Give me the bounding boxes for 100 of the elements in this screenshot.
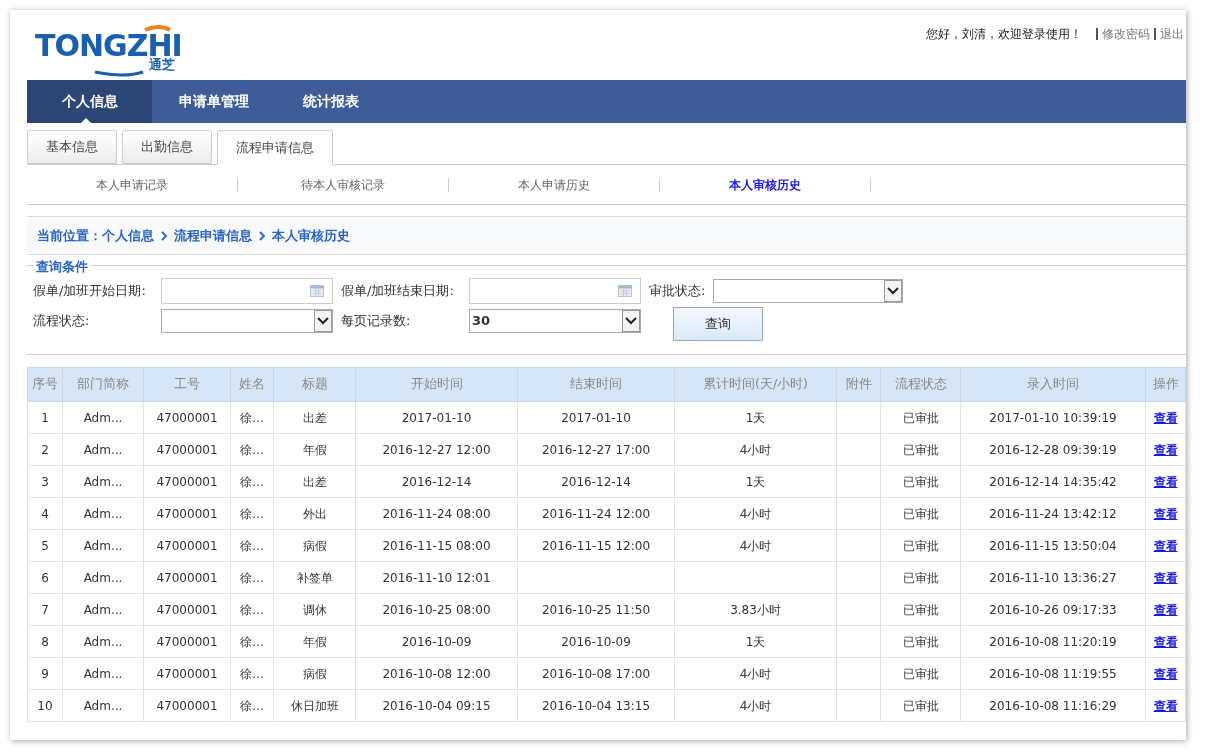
table-cell: 出差 [302, 474, 327, 489]
chevron-right-icon [258, 230, 266, 241]
table-cell: 2016-10-26 09:17:33 [989, 602, 1117, 617]
table-cell: Adm... [83, 410, 123, 425]
table-cell: Adm... [83, 538, 123, 553]
column-header: 工号 [143, 367, 231, 402]
sub-link[interactable]: 本人申请历史 [449, 175, 659, 194]
table-cell: Adm... [83, 506, 123, 521]
calendar-icon[interactable] [618, 285, 632, 297]
column-header: 附件 [836, 367, 881, 402]
table-cell: 休日加班 [290, 698, 339, 713]
table-cell: 2017-01-10 [401, 410, 472, 425]
table-cell: 2016-10-25 08:00 [382, 602, 491, 617]
table-cell: 年假 [302, 442, 327, 457]
tab[interactable]: 流程申请信息 [217, 130, 333, 165]
table-cell: 1天 [745, 410, 766, 425]
field-label: 每页记录数: [341, 312, 412, 331]
table-cell: 47000001 [156, 602, 218, 617]
table-cell: 2016-10-08 11:16:29 [989, 698, 1117, 713]
select-field[interactable]: 30 [469, 309, 641, 333]
table-cell: 2016-11-24 13:42:12 [989, 506, 1117, 521]
table-cell: Adm... [83, 570, 123, 585]
table-cell: 2 [41, 442, 49, 457]
table-cell: 2016-12-27 12:00 [382, 442, 491, 457]
table-cell: 已审批 [902, 602, 939, 617]
date-field[interactable] [469, 278, 641, 304]
header-link[interactable]: 退出 [1160, 25, 1184, 43]
table-cell: 2016-12-14 [401, 474, 472, 489]
table-cell: 5 [41, 538, 49, 553]
table-cell: 已审批 [902, 538, 939, 553]
table-cell: 8 [41, 634, 49, 649]
field-label: 审批状态: [649, 282, 707, 301]
table-cell: 4小时 [739, 698, 772, 713]
table-cell: 2016-11-24 12:00 [541, 506, 651, 521]
table-cell: 出差 [302, 410, 327, 425]
nav-tab[interactable]: 统计报表 [276, 80, 386, 123]
table-cell: 2016-10-04 09:15 [382, 698, 491, 713]
query-button[interactable]: 查询 [673, 307, 763, 341]
table-cell: 2016-11-10 12:01 [382, 570, 491, 585]
header-link[interactable]: 修改密码 [1102, 25, 1150, 43]
column-header: 标题 [273, 367, 356, 402]
breadcrumb-link[interactable]: 个人信息 [102, 225, 154, 246]
select-field[interactable] [161, 309, 333, 333]
table-cell: 已审批 [902, 570, 939, 585]
table-cell: 徐... [240, 570, 264, 585]
field-label: 流程状态: [33, 312, 91, 331]
column-header: 录入时间 [960, 367, 1146, 402]
table-cell: 徐... [240, 634, 264, 649]
table-cell: 7 [41, 602, 49, 617]
table-cell: Adm... [83, 602, 123, 617]
table-cell: 4 [41, 506, 49, 521]
table-cell: 2016-12-14 [561, 474, 631, 489]
table-cell: 已审批 [902, 698, 939, 713]
table-cell: 已审批 [902, 474, 939, 489]
table-cell: 2016-10-08 12:00 [382, 666, 491, 681]
table-cell: 1天 [745, 634, 766, 649]
calendar-icon[interactable] [310, 285, 324, 297]
table-cell: 47000001 [156, 698, 218, 713]
nav-tab[interactable]: 申请单管理 [152, 80, 276, 123]
table-cell: 2016-10-09 [401, 634, 472, 649]
table-cell: 外出 [302, 506, 327, 521]
sub-link[interactable]: 本人审核历史 [660, 175, 870, 194]
table-cell: 2016-11-10 13:36:27 [989, 570, 1117, 585]
table-cell: 9 [41, 666, 49, 681]
table-cell: 2016-11-15 08:00 [382, 538, 491, 553]
table-cell: 病假 [302, 666, 327, 681]
table-cell: 2016-10-08 17:00 [541, 666, 651, 681]
table-cell: 已审批 [902, 666, 939, 681]
chevron-down-icon [884, 280, 902, 302]
sub-link[interactable]: 本人申请记录 [27, 175, 237, 194]
table-cell: 4小时 [739, 506, 772, 521]
column-header: 结束时间 [517, 367, 675, 402]
table-cell: 2016-10-09 [561, 634, 631, 649]
tab[interactable]: 出勤信息 [122, 130, 212, 164]
table-cell: 4小时 [739, 442, 772, 457]
table-cell: 3 [41, 474, 49, 489]
table-cell: 47000001 [156, 570, 218, 585]
table-cell: 47000001 [156, 506, 218, 521]
table-cell: Adm... [83, 474, 123, 489]
nav-tab[interactable]: 个人信息 [27, 80, 152, 123]
table-cell: 2017-01-10 [561, 410, 631, 425]
table-cell: 徐... [240, 410, 264, 425]
sub-link[interactable]: 待本人审核记录 [238, 175, 448, 194]
field-label: 假单/加班开始日期: [33, 282, 147, 301]
select-field[interactable] [713, 279, 903, 303]
table-cell: 年假 [302, 634, 327, 649]
table-cell: 徐... [240, 698, 264, 713]
date-field[interactable] [161, 278, 333, 304]
tab[interactable]: 基本信息 [27, 130, 117, 164]
column-header: 流程状态 [880, 367, 961, 402]
table-cell: 47000001 [156, 410, 218, 425]
breadcrumb-link[interactable]: 流程申请信息 [174, 225, 252, 246]
table-cell: 已审批 [902, 506, 939, 521]
logo: TONGZHI 通芝 [35, 22, 195, 77]
table-cell: 已审批 [902, 410, 939, 425]
breadcrumb-link[interactable]: 本人审核历史 [272, 225, 350, 246]
table-cell: Adm... [83, 698, 123, 713]
table-cell: 徐... [240, 666, 264, 681]
chevron-right-icon [160, 230, 168, 241]
table-cell: 6 [41, 570, 49, 585]
